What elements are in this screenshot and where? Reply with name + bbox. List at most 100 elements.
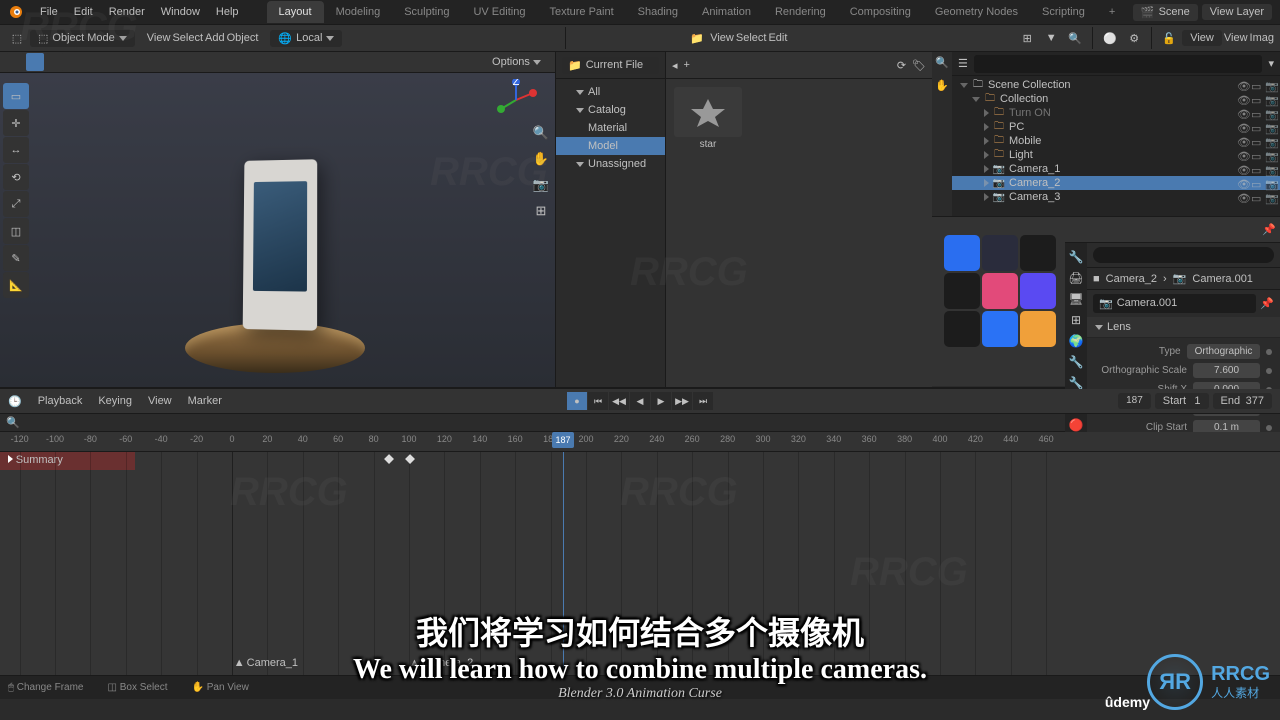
- transform-tool[interactable]: ◫: [3, 218, 29, 244]
- lens-panel-header[interactable]: Lens: [1087, 317, 1280, 338]
- workspace-tab-modeling[interactable]: Modeling: [324, 1, 393, 23]
- end-frame[interactable]: End 377: [1213, 393, 1273, 409]
- workspace-tab-texture-paint[interactable]: Texture Paint: [537, 1, 625, 23]
- play-reverse-button[interactable]: ◀: [630, 392, 650, 410]
- timeline-view-menu[interactable]: View: [140, 395, 180, 407]
- jump-end-button[interactable]: ⏭: [693, 392, 713, 410]
- workspace-tab-uv-editing[interactable]: UV Editing: [461, 1, 537, 23]
- asset-view-menu[interactable]: View: [710, 32, 734, 44]
- prev-key-button[interactable]: ◀◀: [609, 392, 629, 410]
- timeline-playback-menu[interactable]: Playback: [30, 395, 91, 407]
- add-catalog-icon[interactable]: ◂: [672, 59, 678, 72]
- select-tool[interactable]: ▭: [3, 83, 29, 109]
- pan-icon[interactable]: ✋: [533, 151, 549, 167]
- menu-window[interactable]: Window: [153, 6, 208, 18]
- snap-vertex-icon[interactable]: [6, 53, 24, 71]
- material-swatch-0[interactable]: [944, 235, 980, 271]
- catalog-item-catalog[interactable]: Catalog: [556, 101, 665, 119]
- keyframe[interactable]: [405, 454, 415, 464]
- add-icon[interactable]: +: [684, 59, 690, 71]
- outliner-filter-icon[interactable]: ▾: [1268, 57, 1274, 70]
- props-tab-4[interactable]: 🌍: [1066, 331, 1086, 351]
- mode-dropdown[interactable]: ⬚Object Mode: [30, 30, 135, 47]
- outliner-item-light[interactable]: 🗀Light👁▭📷: [952, 148, 1280, 162]
- menu-file[interactable]: File: [32, 6, 66, 18]
- workspace-tab-shading[interactable]: Shading: [626, 1, 690, 23]
- material-swatch-2[interactable]: [1020, 235, 1056, 271]
- nav-gizmo[interactable]: Z: [495, 79, 537, 121]
- jump-start-button[interactable]: ⏮: [588, 392, 608, 410]
- props-tab-2[interactable]: 🖥: [1066, 289, 1086, 309]
- outliner-search[interactable]: [974, 55, 1263, 73]
- catalog-item-all[interactable]: All: [556, 83, 665, 101]
- move-tool[interactable]: ↔: [3, 137, 29, 163]
- props-tab-1[interactable]: 🖨: [1066, 268, 1086, 288]
- lens-type-dropdown[interactable]: Orthographic: [1187, 344, 1261, 359]
- workspace-tab-geometry-nodes[interactable]: Geometry Nodes: [923, 1, 1030, 23]
- asset-file-dropdown[interactable]: 📁Current File: [562, 57, 659, 74]
- timeline-marker-menu[interactable]: Marker: [180, 395, 230, 407]
- keyframe[interactable]: [384, 454, 394, 464]
- timeline-ruler[interactable]: -100-60-20020601001401802002202603003403…: [0, 432, 1280, 452]
- outliner-editor-icon[interactable]: ☰: [958, 57, 968, 70]
- timeline-search-icon[interactable]: 🔍: [6, 416, 20, 429]
- view-dd[interactable]: View: [1182, 30, 1222, 46]
- workspace-tab-animation[interactable]: Animation: [690, 1, 763, 23]
- image-menu[interactable]: Imag: [1250, 32, 1274, 44]
- catalog-item-unassigned[interactable]: Unassigned: [556, 155, 665, 173]
- header-select-menu[interactable]: Select: [172, 32, 203, 44]
- add-workspace-button[interactable]: +: [1097, 1, 1127, 23]
- scale-tool[interactable]: ⤢: [3, 191, 29, 217]
- header-object-menu[interactable]: Object: [227, 32, 259, 44]
- search-icon[interactable]: 🔍: [1064, 27, 1086, 49]
- outliner-item-camera-3[interactable]: 📷Camera_3👁▭📷: [952, 190, 1280, 204]
- measure-tool[interactable]: 📐: [3, 272, 29, 298]
- scene-selector[interactable]: 🎬Scene: [1133, 4, 1198, 21]
- marker-camera_2[interactable]: ▲Camera_2: [409, 657, 473, 669]
- zoom-icon[interactable]: 🔍: [533, 125, 549, 141]
- viewlayer-selector[interactable]: View Layer: [1202, 4, 1272, 20]
- workspace-tab-layout[interactable]: Layout: [267, 1, 324, 23]
- ortho-scale-field[interactable]: 7.600: [1193, 363, 1260, 378]
- annotate-tool[interactable]: ✎: [3, 245, 29, 271]
- viewport-3d[interactable]: ▭ ✛ ↔ ⟲ ⤢ ◫ ✎ 📐 Z: [0, 73, 555, 387]
- outliner-item-camera-1[interactable]: 📷Camera_1👁▭📷: [952, 162, 1280, 176]
- asset-thumb-star[interactable]: star: [674, 87, 742, 150]
- image-view-menu[interactable]: View: [1224, 32, 1248, 44]
- material-swatch-3[interactable]: [944, 273, 980, 309]
- snap-face-icon[interactable]: [46, 53, 64, 71]
- outliner-restrict-icon[interactable]: 🔍: [935, 56, 949, 69]
- props-tab-5[interactable]: 🔧: [1066, 352, 1086, 372]
- filter-icon[interactable]: ▼: [1040, 27, 1062, 49]
- rotate-tool[interactable]: ⟲: [3, 164, 29, 190]
- header-add-menu[interactable]: Add: [205, 32, 225, 44]
- snap-edge-icon[interactable]: [26, 53, 44, 71]
- autokey-button[interactable]: ●: [567, 392, 587, 410]
- menu-render[interactable]: Render: [101, 6, 153, 18]
- perspective-icon[interactable]: ⊞: [535, 203, 546, 219]
- header-view-menu[interactable]: View: [147, 32, 171, 44]
- current-frame[interactable]: 187: [1118, 393, 1151, 409]
- material-swatch-7[interactable]: [982, 311, 1018, 347]
- asset-select-menu[interactable]: Select: [736, 32, 767, 44]
- pin-icon[interactable]: 📌: [1260, 297, 1274, 310]
- workspace-tab-sculpting[interactable]: Sculpting: [392, 1, 461, 23]
- display-mode-icon[interactable]: ⊞: [1016, 27, 1038, 49]
- menu-help[interactable]: Help: [208, 6, 247, 18]
- catalog-item-model[interactable]: Model: [556, 137, 665, 155]
- settings-icon[interactable]: ⚙: [1123, 27, 1145, 49]
- filter-icon-2[interactable]: ⚪: [1099, 27, 1121, 49]
- camera-datablock[interactable]: 📷Camera.001: [1093, 294, 1256, 313]
- camera-view-icon[interactable]: 📷: [533, 177, 549, 193]
- next-key-button[interactable]: ▶▶: [672, 392, 692, 410]
- material-swatch-4[interactable]: [982, 273, 1018, 309]
- outliner-item-scene-collection[interactable]: 🗀Scene Collection👁▭📷: [952, 78, 1280, 92]
- menu-edit[interactable]: Edit: [66, 6, 101, 18]
- workspace-tab-scripting[interactable]: Scripting: [1030, 1, 1097, 23]
- props-tab-0[interactable]: 🔧: [1066, 247, 1086, 267]
- outliner-item-camera-2[interactable]: 📷Camera_2👁▭📷: [952, 176, 1280, 190]
- material-swatch-8[interactable]: [1020, 311, 1056, 347]
- options-dropdown[interactable]: Options: [492, 56, 549, 68]
- catalog-item-material[interactable]: Material: [556, 119, 665, 137]
- material-swatch-1[interactable]: [982, 235, 1018, 271]
